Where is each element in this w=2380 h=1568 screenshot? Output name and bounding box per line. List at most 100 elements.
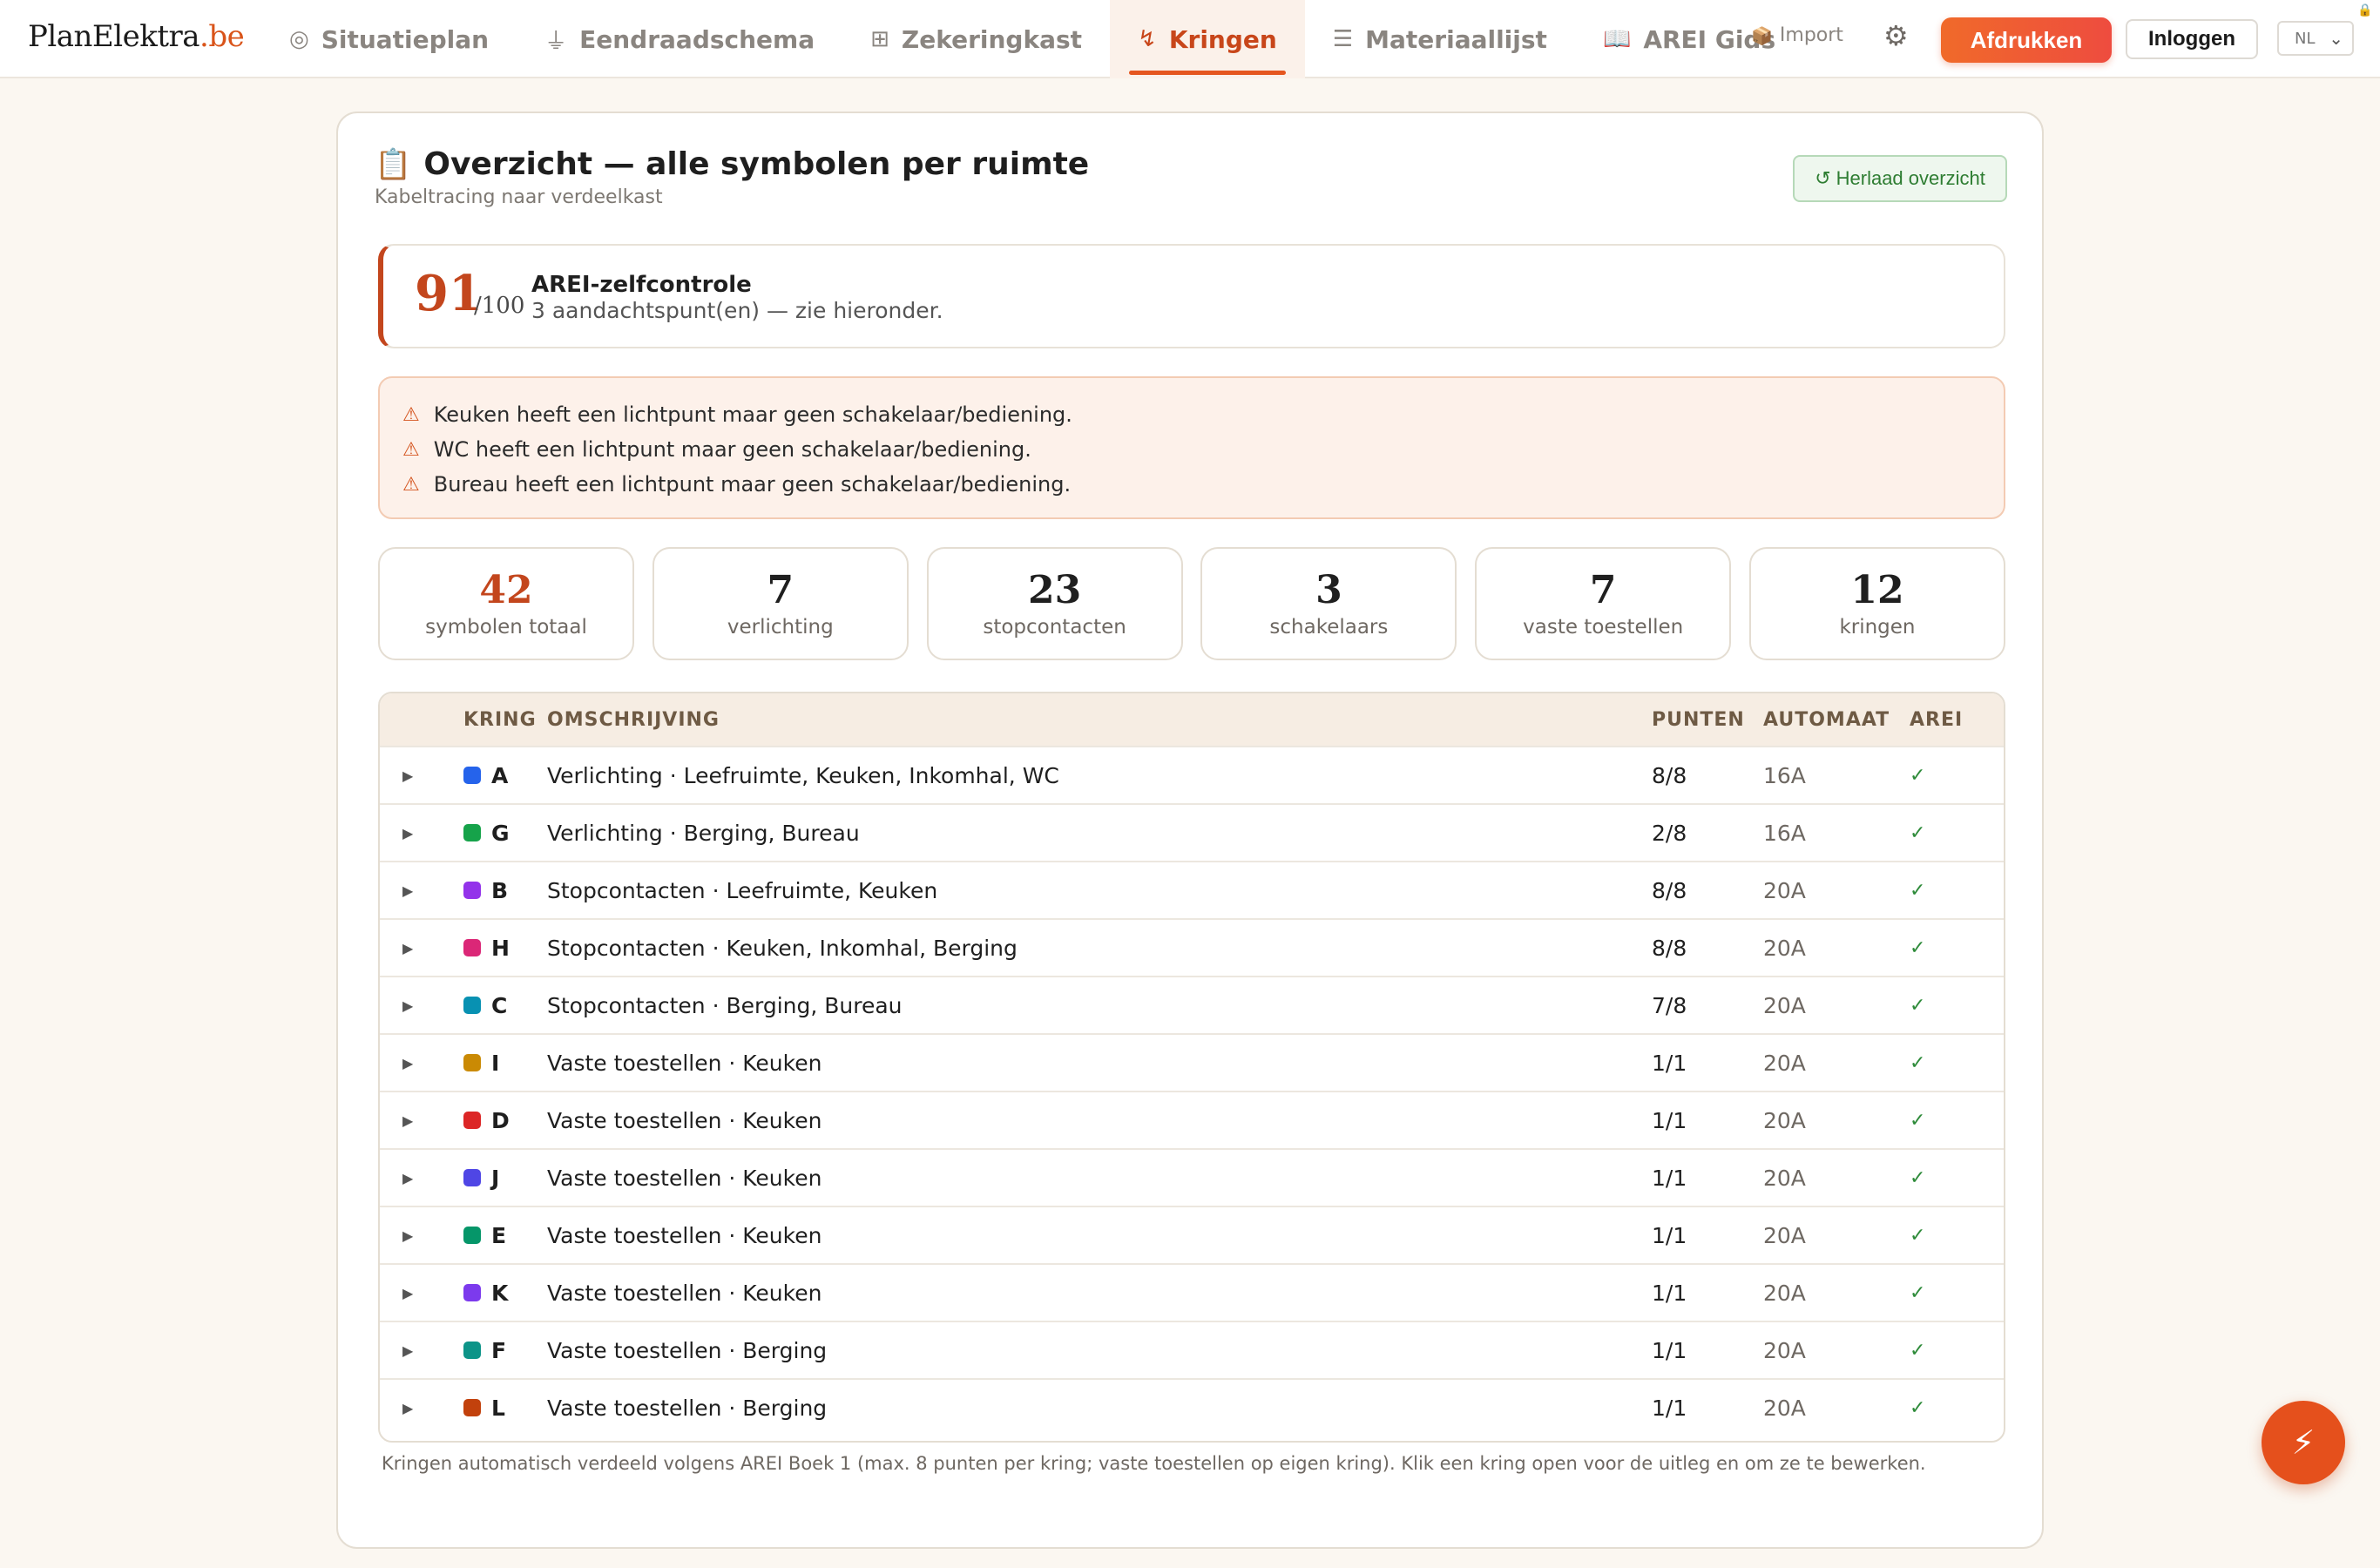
expand-arrow-icon[interactable]: ▶ <box>380 1400 463 1416</box>
breaker-cell: 20A <box>1763 1395 1806 1421</box>
page-title-text: Overzicht — alle symbolen per ruimte <box>423 146 1090 182</box>
breaker-cell: 16A <box>1763 762 1806 788</box>
table-row[interactable]: ▶ E Vaste toestellen · Keuken 1/1 20A ✓ <box>380 1206 2004 1263</box>
kring-cell: K <box>463 1281 547 1306</box>
circuit-color-swatch <box>463 1054 481 1071</box>
stat-stopcontacten: 23 stopcontacten <box>926 547 1183 660</box>
expand-arrow-icon[interactable]: ▶ <box>380 1055 463 1071</box>
circuit-color-swatch <box>463 882 481 899</box>
table-row[interactable]: ▶ J Vaste toestellen · Keuken 1/1 20A ✓ <box>380 1148 2004 1206</box>
tab-label: Situatieplan <box>321 24 490 54</box>
top-bar: PlanElektra.be ◎ Situatieplan ⏚ Eendraadsc… <box>0 0 2380 78</box>
breaker-cell: 20A <box>1763 935 1806 961</box>
login-button[interactable]: Inloggen <box>2126 19 2258 59</box>
check-icon: ✓ <box>1910 936 1926 959</box>
expand-arrow-icon[interactable]: ▶ <box>380 882 463 899</box>
table-row[interactable]: ▶ H Stopcontacten · Keuken, Inkomhal, Berg… <box>380 918 2004 976</box>
header-automaat: AUTOMAAT <box>1763 708 1890 731</box>
warnings-panel: ⚠ Keuken heeft een lichtpunt maar geen sc… <box>378 376 2005 519</box>
table-row[interactable]: ▶ L Vaste toestellen · Berging 1/1 20A ✓ <box>380 1378 2004 1436</box>
warning-text: Keuken heeft een lichtpunt maar geen sch… <box>433 402 1072 427</box>
table-row[interactable]: ▶ F Vaste toestellen · Berging 1/1 20A ✓ <box>380 1321 2004 1378</box>
circuit-color-swatch <box>463 1112 481 1129</box>
table-row[interactable]: ▶ G Verlichting · Berging, Bureau 2/8 16A ✓ <box>380 803 2004 861</box>
score-max: /100 <box>474 293 525 319</box>
table-row[interactable]: ▶ I Vaste toestellen · Keuken 1/1 20A ✓ <box>380 1033 2004 1091</box>
table-row[interactable]: ▶ K Vaste toestellen · Keuken 1/1 20A ✓ <box>380 1263 2004 1321</box>
expand-arrow-icon[interactable]: ▶ <box>380 1112 463 1129</box>
circuit-color-swatch <box>463 939 481 956</box>
lightning-action-button[interactable]: ⚡ <box>2262 1401 2345 1484</box>
print-button[interactable]: Afdrukken <box>1941 17 2112 63</box>
expand-arrow-icon[interactable]: ▶ <box>380 997 463 1014</box>
table-row[interactable]: ▶ B Stopcontacten · Leefruimte, Keuken 8/8 2… <box>380 861 2004 918</box>
points-cell: 1/1 <box>1652 1050 1687 1076</box>
stats-row: 42 symbolen totaal 7 verlichting 23 stopcon… <box>378 547 2005 660</box>
description-cell: Vaste toestellen · Keuken <box>547 1107 822 1133</box>
warning-item: ⚠ WC heeft een lichtpunt maar geen schake… <box>380 432 2004 467</box>
tab-kringen[interactable]: ↯ Kringen <box>1110 0 1305 78</box>
check-icon: ✓ <box>1910 1109 1926 1132</box>
kring-letter: F <box>491 1337 507 1363</box>
points-cell: 1/1 <box>1652 1165 1687 1191</box>
tab-eendraadschema[interactable]: ⏚ Eendraadschema <box>517 0 842 78</box>
tab-zekeringkast[interactable]: ⊞ Zekeringkast <box>842 0 1110 78</box>
kring-letter: I <box>491 1050 500 1076</box>
language-select[interactable]: NL ⌄ <box>2277 21 2354 56</box>
check-icon: ✓ <box>1910 994 1926 1017</box>
logo-tld: .be <box>199 19 245 54</box>
list-icon: ☰ <box>1332 26 1354 52</box>
circuit-color-swatch <box>463 1342 481 1359</box>
ground-icon: ⏚ <box>544 28 568 55</box>
import-button[interactable]: 📦 Import <box>1751 24 1843 46</box>
refresh-icon: ↺ <box>1815 167 1831 189</box>
overview-card: 📋 Overzicht — alle symbolen per ruimte Ka… <box>336 112 2044 1549</box>
breaker-cell: 20A <box>1763 1337 1806 1363</box>
gear-icon[interactable]: ⚙ <box>1883 19 1909 52</box>
table-row[interactable]: ▶ D Vaste toestellen · Keuken 1/1 20A ✓ <box>380 1091 2004 1148</box>
stat-label: stopcontacten <box>983 616 1126 639</box>
kring-letter: H <box>491 935 510 961</box>
score-value: 91 <box>415 265 483 322</box>
expand-arrow-icon[interactable]: ▶ <box>380 940 463 956</box>
points-cell: 8/8 <box>1652 935 1687 961</box>
description-cell: Stopcontacten · Keuken, Inkomhal, Bergin… <box>547 935 1018 961</box>
logo[interactable]: PlanElektra.be <box>28 19 245 54</box>
expand-arrow-icon[interactable]: ▶ <box>380 825 463 841</box>
kring-cell: E <box>463 1223 547 1248</box>
expand-arrow-icon[interactable]: ▶ <box>380 1227 463 1244</box>
score-panel: 91 /100 AREI-zelfcontrole 3 aandachtspun… <box>378 244 2005 348</box>
warning-text: WC heeft een lichtpunt maar geen schakel… <box>433 437 1031 462</box>
kring-letter: L <box>491 1395 505 1421</box>
description-cell: Stopcontacten · Leefruimte, Keuken <box>547 877 938 903</box>
expand-arrow-icon[interactable]: ▶ <box>380 1342 463 1359</box>
header-omschrijving: OMSCHRIJVING <box>547 708 720 731</box>
expand-arrow-icon[interactable]: ▶ <box>380 1285 463 1301</box>
kring-cell: D <box>463 1108 547 1133</box>
description-cell: Vaste toestellen · Keuken <box>547 1165 822 1191</box>
book-icon: 📖 <box>1602 26 1632 52</box>
tab-label: Eendraadschema <box>579 24 815 54</box>
warning-item: ⚠ Bureau heeft een lichtpunt maar geen sc… <box>380 467 2004 502</box>
score-summary: 3 aandachtspunt(en) — zie hieronder. <box>531 298 943 323</box>
table-body: ▶ A Verlichting · Leefruimte, Keuken, Inko… <box>380 746 2004 1436</box>
page-title: 📋 Overzicht — alle symbolen per ruimte <box>375 146 1089 182</box>
tab-materiaallijst[interactable]: ☰ Materiaallijst <box>1305 0 1575 78</box>
tab-situatieplan[interactable]: ◎ Situatieplan <box>261 0 517 78</box>
points-cell: 7/8 <box>1652 992 1687 1018</box>
expand-arrow-icon[interactable]: ▶ <box>380 1170 463 1186</box>
table-row[interactable]: ▶ C Stopcontacten · Berging, Bureau 7/8 20A ✓ <box>380 976 2004 1033</box>
reload-overview-button[interactable]: ↺ Herlaad overzicht <box>1793 155 2007 202</box>
package-icon: 📦 <box>1751 24 1773 46</box>
description-cell: Vaste toestellen · Berging <box>547 1337 828 1363</box>
stat-label: verlichting <box>727 616 834 639</box>
description-cell: Verlichting · Berging, Bureau <box>547 820 860 846</box>
breaker-cell: 20A <box>1763 877 1806 903</box>
table-row[interactable]: ▶ A Verlichting · Leefruimte, Keuken, Inko… <box>380 746 2004 803</box>
expand-arrow-icon[interactable]: ▶ <box>380 767 463 784</box>
language-value: NL <box>2295 29 2316 48</box>
stat-value: 7 <box>767 568 794 612</box>
circuits-table: KRING OMSCHRIJVING PUNTEN AUTOMAAT AREI … <box>378 692 2005 1443</box>
points-cell: 1/1 <box>1652 1337 1687 1363</box>
stat-kringen: 12 kringen <box>1748 547 2005 660</box>
